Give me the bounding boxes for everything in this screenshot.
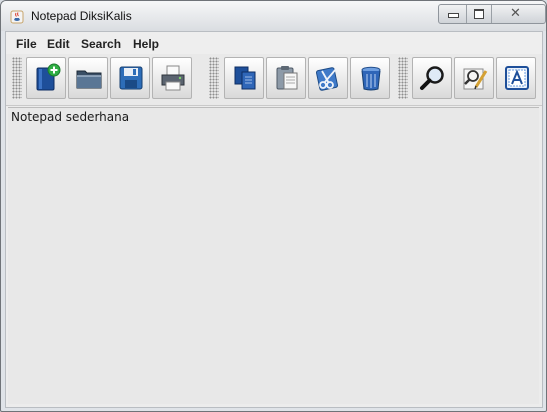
client-area: File Edit Search Help Notepad sederhana xyxy=(5,31,543,408)
paste-icon xyxy=(276,66,298,90)
menu-bar: File Edit Search Help xyxy=(6,32,542,54)
text-editor[interactable]: Notepad sederhana xyxy=(8,107,539,404)
open-folder-icon xyxy=(76,70,102,89)
menu-search[interactable]: Search xyxy=(81,37,121,51)
window-controls: ✕ xyxy=(438,4,546,24)
save-icon xyxy=(119,66,143,90)
menu-edit[interactable]: Edit xyxy=(47,37,70,51)
new-file-button[interactable] xyxy=(26,57,66,99)
new-file-icon xyxy=(36,63,61,91)
font-icon xyxy=(505,66,529,90)
paste-button[interactable] xyxy=(266,57,306,99)
copy-icon xyxy=(234,66,256,90)
delete-icon xyxy=(361,66,381,91)
toolbar-grip[interactable] xyxy=(12,57,22,99)
menu-file[interactable]: File xyxy=(16,37,37,51)
copy-button[interactable] xyxy=(224,57,264,99)
java-cup-icon xyxy=(10,9,24,24)
save-button[interactable] xyxy=(110,57,150,99)
toolbar-grip[interactable] xyxy=(398,57,408,99)
cut-button[interactable] xyxy=(308,57,348,99)
menu-help[interactable]: Help xyxy=(133,37,159,51)
title-bar[interactable]: Notepad DiksiKalis ✕ xyxy=(1,1,546,31)
close-button[interactable]: ✕ xyxy=(492,5,545,23)
print-icon xyxy=(161,65,185,91)
editor-text: Notepad sederhana xyxy=(11,110,130,124)
cut-icon xyxy=(315,67,339,91)
toolbar xyxy=(6,54,542,106)
close-icon: ✕ xyxy=(510,6,521,21)
maximize-icon xyxy=(474,9,484,19)
print-button[interactable] xyxy=(152,57,192,99)
open-button[interactable] xyxy=(68,57,108,99)
minimize-icon xyxy=(448,13,459,18)
notepad-window: Notepad DiksiKalis ✕ File Edit Search He… xyxy=(0,0,547,412)
find-button[interactable] xyxy=(412,57,452,99)
replace-icon xyxy=(463,68,488,90)
window-title: Notepad DiksiKalis xyxy=(31,9,132,23)
maximize-button[interactable] xyxy=(467,5,492,23)
toolbar-grip[interactable] xyxy=(209,57,219,99)
replace-button[interactable] xyxy=(454,57,494,99)
minimize-button[interactable] xyxy=(439,5,467,23)
search-icon xyxy=(420,66,444,90)
delete-button[interactable] xyxy=(350,57,390,99)
font-button[interactable] xyxy=(496,57,536,99)
